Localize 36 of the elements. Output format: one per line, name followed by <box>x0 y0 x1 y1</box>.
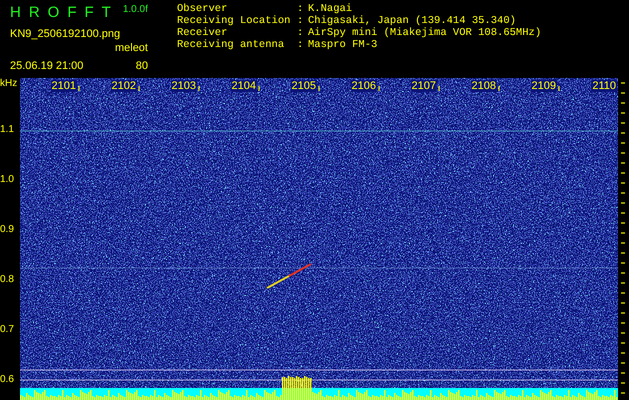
info-value: AirSpy mini (Miakejima VOR 108.65MHz) <box>308 27 542 39</box>
time-label: 2109 <box>530 80 557 92</box>
time-label: 2107 <box>410 80 437 92</box>
info-value: Chigasaki, Japan (139.414 35.340) <box>308 15 516 27</box>
time-label: 2102 <box>110 80 137 92</box>
time-label: 2108 <box>470 80 497 92</box>
info-value: K.Nagai <box>308 3 352 15</box>
info-label: Observer <box>177 3 228 15</box>
info-label: Receiving Location <box>177 15 292 27</box>
file-name: KN9_2506192100.png <box>10 27 120 41</box>
time-label: 2106 <box>350 80 377 92</box>
info-separator: : <box>297 39 304 51</box>
frequency-label: 1.0 <box>0 173 15 187</box>
info-label: Receiver <box>177 27 228 39</box>
meteor-count: 80 <box>136 59 148 73</box>
info-label: Receiving antenna <box>177 39 286 51</box>
time-label: 2103 <box>170 80 197 92</box>
time-label: 2104 <box>230 80 257 92</box>
time-label: 2110 <box>591 80 617 92</box>
frequency-label: 0.8 <box>0 273 15 287</box>
info-separator: : <box>297 27 304 39</box>
info-separator: : <box>297 15 304 27</box>
meteor-trail <box>266 263 312 289</box>
frequency-label: 1.1 <box>0 123 15 137</box>
version-label: 1.0.0f <box>122 3 148 17</box>
app-title: HROFFT <box>10 3 119 23</box>
unit-label: kHz <box>0 78 18 90</box>
frequency-label: 0.7 <box>0 323 15 337</box>
count-label: meleot <box>114 41 148 55</box>
time-label: 2105 <box>290 80 317 92</box>
info-separator: : <box>297 3 304 15</box>
info-value: Maspro FM-3 <box>308 39 378 51</box>
frequency-label: 0.6 <box>0 373 15 387</box>
frequency-label: 0.9 <box>0 223 15 237</box>
time-label: 2101 <box>50 80 77 92</box>
timestamp: 25.06.19 21:00 <box>10 59 84 73</box>
